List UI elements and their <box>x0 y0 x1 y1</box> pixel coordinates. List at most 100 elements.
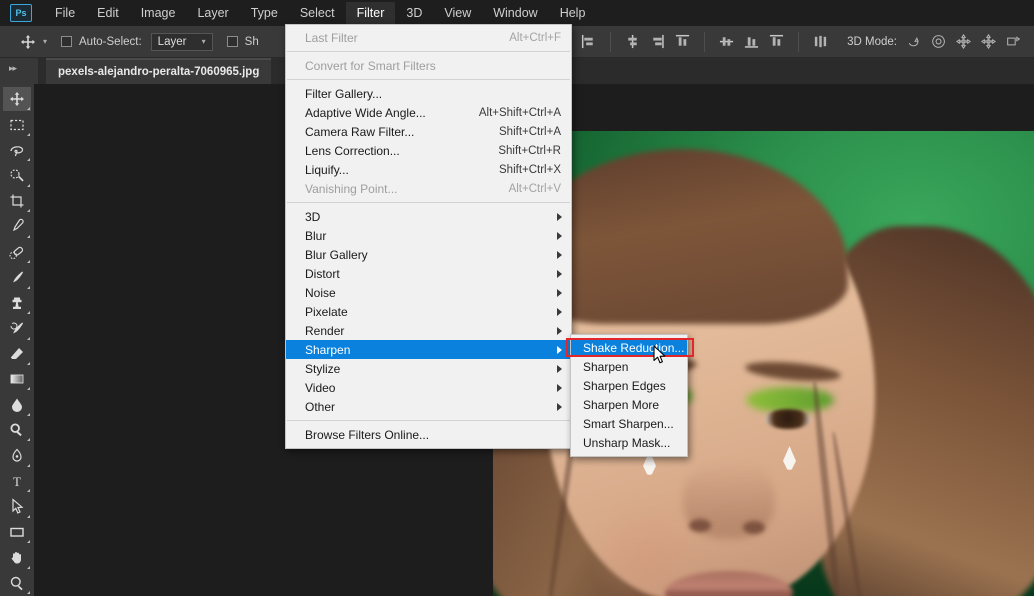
filter-menu-item-distort[interactable]: Distort <box>286 264 571 283</box>
filter-menu-item-sharpen[interactable]: Sharpen <box>286 340 571 359</box>
filter-menu-item-lens-correction[interactable]: Lens Correction...Shift+Ctrl+R <box>286 141 571 160</box>
brush-tool-icon <box>9 269 25 285</box>
dodge-tool[interactable] <box>3 418 31 442</box>
quick-selection-tool[interactable] <box>3 163 31 187</box>
rectangular-marquee-tool[interactable] <box>3 112 31 136</box>
history-brush-tool[interactable] <box>3 316 31 340</box>
menubar-item-file[interactable]: File <box>44 2 86 24</box>
image-nostril-right <box>743 521 765 534</box>
menu-separator <box>287 79 570 80</box>
expand-panels-chevron-icon[interactable]: ▸▸ <box>9 63 38 74</box>
move-tool[interactable] <box>3 87 31 111</box>
submenu-arrow-icon <box>557 384 562 392</box>
filter-menu-item-adaptive-wide-angle[interactable]: Adaptive Wide Angle...Alt+Shift+Ctrl+A <box>286 103 571 122</box>
path-selection-tool[interactable] <box>3 494 31 518</box>
blur-tool[interactable] <box>3 392 31 416</box>
menu-item-label: Camera Raw Filter... <box>305 125 414 139</box>
eraser-tool-icon <box>9 346 25 362</box>
filter-menu-item-noise[interactable]: Noise <box>286 283 571 302</box>
menubar-item-filter[interactable]: Filter <box>346 2 396 24</box>
chevron-down-icon: ▾ <box>202 37 206 46</box>
eyedropper-tool-icon <box>9 218 25 234</box>
align-bottom-edges-icon[interactable] <box>744 34 759 49</box>
menubar-item-edit[interactable]: Edit <box>86 2 130 24</box>
filter-menu-dropdown[interactable]: Last FilterAlt+Ctrl+FConvert for Smart F… <box>285 24 572 449</box>
roll-3d-icon[interactable] <box>931 34 946 49</box>
zoom-tool[interactable] <box>3 571 31 595</box>
filter-menu-item-other[interactable]: Other <box>286 397 571 416</box>
clone-stamp-tool[interactable] <box>3 291 31 315</box>
distribute-spacing-icon[interactable] <box>813 34 828 49</box>
image-nostril-left <box>689 519 711 532</box>
filter-menu-item-vanishing-point: Vanishing Point...Alt+Ctrl+V <box>286 179 571 198</box>
sharpen-submenu-item-sharpen[interactable]: Sharpen <box>571 357 687 376</box>
menubar-item-layer[interactable]: Layer <box>186 2 239 24</box>
menu-item-label: Video <box>305 381 335 395</box>
menubar-item-view[interactable]: View <box>433 2 482 24</box>
active-tool-picker[interactable]: ▾ <box>18 32 47 52</box>
menubar-item-select[interactable]: Select <box>289 2 346 24</box>
show-transform-controls-checkbox[interactable] <box>227 36 238 47</box>
align-vertical-centers-icon[interactable] <box>719 34 734 49</box>
align-left-edges-icon[interactable] <box>581 34 596 49</box>
menubar-item-image[interactable]: Image <box>130 2 187 24</box>
eraser-tool[interactable] <box>3 342 31 366</box>
pen-tool[interactable] <box>3 443 31 467</box>
menubar-item-help[interactable]: Help <box>549 2 597 24</box>
submenu-arrow-icon <box>557 213 562 221</box>
brush-tool[interactable] <box>3 265 31 289</box>
menu-item-shortcut: Alt+Ctrl+F <box>509 32 561 44</box>
distribute-top-icon[interactable] <box>769 34 784 49</box>
filter-menu-item-liquify[interactable]: Liquify...Shift+Ctrl+X <box>286 160 571 179</box>
horizontal-type-tool-icon: T <box>9 473 25 489</box>
align-horizontal-centers-icon[interactable] <box>625 34 640 49</box>
filter-menu-item-filter-gallery[interactable]: Filter Gallery... <box>286 84 571 103</box>
document-tab[interactable]: pexels-alejandro-peralta-7060965.jpg <box>46 58 271 84</box>
align-top-edges-icon[interactable] <box>675 34 690 49</box>
filter-menu-item-render[interactable]: Render <box>286 321 571 340</box>
lasso-tool[interactable] <box>3 138 31 162</box>
sharpen-submenu-item-sharpen-edges[interactable]: Sharpen Edges <box>571 376 687 395</box>
align-distribute-group: 3D Mode: <box>557 32 1034 52</box>
scale-3d-icon[interactable] <box>1006 34 1021 49</box>
menubar-item-type[interactable]: Type <box>240 2 289 24</box>
filter-menu-item-video[interactable]: Video <box>286 378 571 397</box>
sharpen-submenu-item-smart-sharpen[interactable]: Smart Sharpen... <box>571 414 687 433</box>
mouse-cursor-arrow-pointer-icon <box>653 345 667 365</box>
menu-item-label: Vanishing Point... <box>305 182 398 196</box>
spot-healing-brush-tool[interactable] <box>3 240 31 264</box>
sharpen-submenu-item-shake-reduction[interactable]: Shake Reduction... <box>571 338 687 357</box>
gradient-tool-icon <box>9 371 25 387</box>
quick-selection-tool-icon <box>9 168 25 184</box>
move-tool-icon <box>9 91 25 107</box>
sharpen-submenu-dropdown[interactable]: Shake Reduction...SharpenSharpen EdgesSh… <box>570 334 688 457</box>
slide-3d-icon[interactable] <box>981 34 996 49</box>
dodge-tool-icon <box>9 422 25 438</box>
sharpen-submenu-item-sharpen-more[interactable]: Sharpen More <box>571 395 687 414</box>
menu-item-label: Other <box>305 400 335 414</box>
filter-menu-item-3d[interactable]: 3D <box>286 207 571 226</box>
menu-item-label: Noise <box>305 286 336 300</box>
filter-menu-item-browse-filters-online[interactable]: Browse Filters Online... <box>286 425 571 444</box>
crop-tool[interactable] <box>3 189 31 213</box>
tool-preset-chevron-icon[interactable]: ▾ <box>43 37 47 46</box>
eyedropper-tool[interactable] <box>3 214 31 238</box>
sharpen-submenu-item-unsharp-mask[interactable]: Unsharp Mask... <box>571 433 687 452</box>
auto-select-checkbox[interactable] <box>61 36 72 47</box>
filter-menu-item-camera-raw-filter[interactable]: Camera Raw Filter...Shift+Ctrl+A <box>286 122 571 141</box>
menubar-item-3d[interactable]: 3D <box>395 2 433 24</box>
zoom-tool-icon <box>9 575 25 591</box>
gradient-tool[interactable] <box>3 367 31 391</box>
align-right-edges-icon[interactable] <box>650 34 665 49</box>
drag-3d-icon[interactable] <box>956 34 971 49</box>
rectangle-tool[interactable] <box>3 520 31 544</box>
menubar-item-window[interactable]: Window <box>482 2 548 24</box>
rotate-3d-icon[interactable] <box>906 34 921 49</box>
auto-select-target-dropdown[interactable]: Layer ▾ <box>151 33 213 51</box>
filter-menu-item-stylize[interactable]: Stylize <box>286 359 571 378</box>
filter-menu-item-pixelate[interactable]: Pixelate <box>286 302 571 321</box>
filter-menu-item-blur-gallery[interactable]: Blur Gallery <box>286 245 571 264</box>
filter-menu-item-blur[interactable]: Blur <box>286 226 571 245</box>
hand-tool[interactable] <box>3 545 31 569</box>
horizontal-type-tool[interactable]: T <box>3 469 31 493</box>
